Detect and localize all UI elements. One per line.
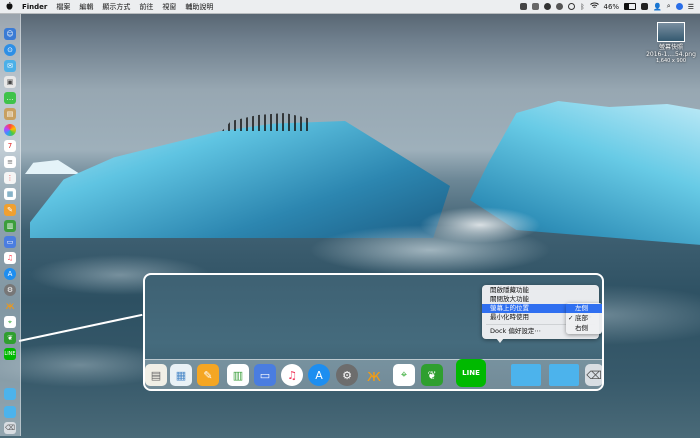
time-machine-icon[interactable] bbox=[568, 3, 576, 10]
pages-icon[interactable]: ✎ bbox=[197, 364, 219, 386]
bluetooth-icon[interactable]: ᛒ bbox=[580, 3, 584, 11]
maps-icon[interactable]: ⌖ bbox=[393, 364, 415, 386]
menu-pointer bbox=[496, 338, 504, 343]
photos-icon[interactable] bbox=[4, 124, 16, 136]
battery-icon[interactable] bbox=[624, 3, 637, 10]
file-name: 2016-1....54.png bbox=[646, 51, 696, 58]
checkmark-icon: ✓ bbox=[568, 314, 574, 322]
app-store-icon[interactable]: A bbox=[4, 268, 16, 280]
wifi-icon[interactable] bbox=[589, 2, 599, 11]
evernote-icon[interactable]: ❦ bbox=[4, 332, 16, 344]
dock-left: ☺ ⊙ ✉ ▣ … ▤ 7 ≡ ⋮ ▦ ✎ ▥ ▭ ♫ A ⚙ ж ⌖ ❦ LI… bbox=[0, 14, 21, 436]
preview-icon[interactable]: ▦ bbox=[170, 364, 192, 386]
menu-help[interactable]: 輔助說明 bbox=[185, 2, 213, 12]
folder-icon[interactable] bbox=[511, 364, 541, 386]
butterfly-icon[interactable]: ж bbox=[363, 364, 385, 386]
itunes-icon[interactable]: ♫ bbox=[281, 364, 303, 386]
pages-icon[interactable]: ✎ bbox=[4, 204, 16, 216]
notification-center-icon[interactable]: ☰ bbox=[688, 3, 694, 11]
butterfly-icon[interactable]: ж bbox=[4, 300, 16, 312]
penguins bbox=[222, 113, 312, 131]
safari-icon[interactable]: ⊙ bbox=[4, 44, 16, 56]
line-icon[interactable]: LINE bbox=[4, 348, 16, 360]
menu-window[interactable]: 視窗 bbox=[162, 2, 176, 12]
photo-icon[interactable]: ▣ bbox=[4, 76, 16, 88]
finder-icon[interactable]: ☺ bbox=[4, 28, 16, 40]
menu-view[interactable]: 顯示方式 bbox=[102, 2, 130, 12]
line-icon[interactable]: LINE bbox=[456, 359, 486, 387]
app-store-icon[interactable]: A bbox=[308, 364, 330, 386]
menu-file[interactable]: 檔案 bbox=[56, 2, 70, 12]
menu-extra-icon[interactable] bbox=[556, 3, 564, 10]
evernote-icon[interactable]: ❦ bbox=[421, 364, 443, 386]
submenu-item-right[interactable]: 右側 bbox=[566, 324, 602, 333]
system-preferences-icon[interactable]: ⚙ bbox=[336, 364, 358, 386]
trash-icon[interactable]: ⌫ bbox=[585, 364, 602, 386]
desktop-file-screenshot[interactable]: 螢幕快照 2016-1....54.png 1,640 x 900 bbox=[646, 22, 696, 65]
menu-finder[interactable]: Finder bbox=[22, 3, 47, 11]
folder-icon[interactable] bbox=[4, 388, 16, 400]
system-preferences-icon[interactable]: ⚙ bbox=[4, 284, 16, 296]
keynote-icon[interactable]: ▭ bbox=[254, 364, 276, 386]
submenu-item-label: 底部 bbox=[575, 314, 588, 322]
file-dimensions: 1,640 x 900 bbox=[656, 58, 686, 64]
menu-go[interactable]: 前往 bbox=[139, 2, 153, 12]
keynote-icon[interactable]: ▭ bbox=[4, 236, 16, 248]
menu-item-turn-hiding-on[interactable]: 開啟隱藏功能 bbox=[482, 286, 599, 295]
search-icon[interactable]: ⌕ bbox=[667, 2, 671, 11]
preview-icon[interactable]: ▦ bbox=[4, 188, 16, 200]
menu-edit[interactable]: 編輯 bbox=[79, 2, 93, 12]
file-title: 螢幕快照 bbox=[658, 44, 683, 51]
flag-icon[interactable] bbox=[641, 3, 649, 10]
user-icon[interactable]: 👤 bbox=[653, 3, 662, 11]
folder-icon[interactable] bbox=[4, 406, 16, 418]
calendar-icon[interactable]: 7 bbox=[4, 140, 16, 152]
menu-extra-icon[interactable] bbox=[532, 3, 540, 10]
menu-extra-icon[interactable] bbox=[520, 3, 528, 10]
menu-item-label: 最小化時使用 bbox=[490, 313, 529, 321]
mail-icon[interactable]: ✉ bbox=[4, 60, 16, 72]
apple-menu-icon[interactable] bbox=[6, 1, 13, 12]
submenu-item-bottom[interactable]: ✓ 底部 bbox=[566, 314, 602, 323]
numbers-icon[interactable]: ▥ bbox=[227, 364, 249, 386]
siri-icon[interactable] bbox=[675, 3, 683, 10]
line-label: LINE bbox=[462, 369, 480, 377]
maps-icon[interactable]: ⌖ bbox=[4, 316, 16, 328]
numbers-icon[interactable]: ▥ bbox=[4, 220, 16, 232]
itunes-icon[interactable]: ♫ bbox=[4, 252, 16, 264]
notes-icon[interactable]: ≡ bbox=[4, 156, 16, 168]
battery-percentage[interactable]: 46% bbox=[604, 3, 620, 11]
file-thumbnail[interactable] bbox=[657, 22, 685, 42]
trash-icon[interactable]: ⌫ bbox=[4, 422, 16, 434]
contacts-icon[interactable]: ▤ bbox=[4, 108, 16, 120]
position-submenu: 左側 ✓ 底部 右側 bbox=[566, 303, 602, 334]
contacts-icon[interactable]: ▤ bbox=[145, 364, 167, 386]
menu-item-label: 螢幕上的位置 bbox=[490, 304, 529, 312]
reminders-icon[interactable]: ⋮ bbox=[4, 172, 16, 184]
zoom-callout: ▤ ▦ ✎ ▥ ▭ ♫ A ⚙ ж ⌖ ❦ LINE ⌫ 開啟隱藏功能 關閉放大… bbox=[143, 273, 604, 391]
folder-icon[interactable] bbox=[549, 364, 579, 386]
messages-icon[interactable]: … bbox=[4, 92, 16, 104]
submenu-item-left[interactable]: 左側 bbox=[566, 304, 602, 313]
menu-bar: Finder 檔案 編輯 顯示方式 前往 視窗 輔助說明 ᛒ 46% 👤 ⌕ ☰ bbox=[0, 0, 700, 14]
distant-iceberg bbox=[25, 160, 80, 174]
menu-extra-icon[interactable] bbox=[544, 3, 552, 10]
